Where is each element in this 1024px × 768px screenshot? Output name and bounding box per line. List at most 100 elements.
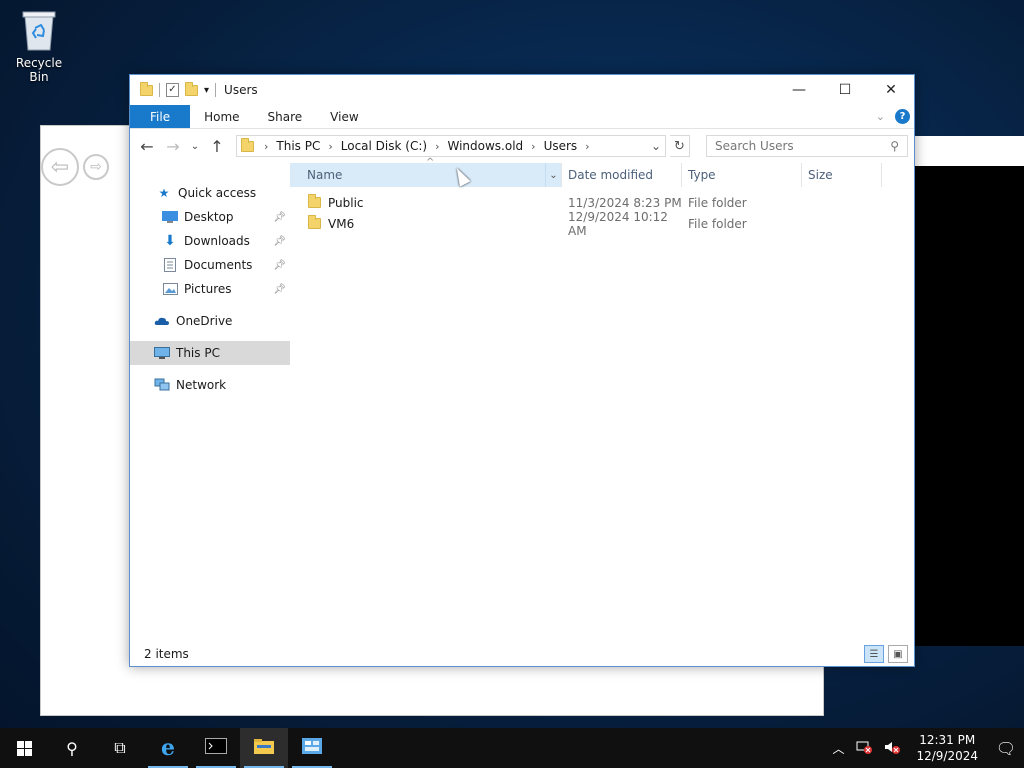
- taskbar: ⚲ ⧉ e ︿ 12:31 PM 12/9/2024 🗨︎: [0, 728, 1024, 768]
- file-type: File folder: [688, 216, 747, 231]
- properties-icon[interactable]: ✓: [166, 83, 179, 97]
- quick-access-toolbar: ✓ ▾: [140, 81, 217, 97]
- up-arrow-icon[interactable]: ↑: [206, 137, 228, 156]
- address-bar[interactable]: › This PC › Local Disk (C:) › Windows.ol…: [236, 135, 666, 157]
- task-view-button[interactable]: ⧉: [96, 728, 144, 768]
- task-view-icon: ⧉: [114, 738, 126, 757]
- folder-icon: [308, 215, 321, 229]
- close-button[interactable]: ✕: [868, 75, 914, 105]
- volume-muted-icon[interactable]: [878, 740, 906, 757]
- breadcrumb-separator-icon[interactable]: ›: [527, 140, 539, 153]
- tab-file[interactable]: File: [130, 105, 191, 128]
- action-center-icon[interactable]: 🗨︎: [988, 739, 1024, 758]
- breadcrumb-users[interactable]: Users: [540, 139, 582, 153]
- file-row[interactable]: VM6 12/9/2024 10:12 AM File folder: [290, 210, 914, 238]
- back-arrow-icon[interactable]: ←: [136, 137, 158, 156]
- nav-item-network[interactable]: Network: [130, 373, 290, 397]
- nav-item-onedrive[interactable]: OneDrive: [130, 309, 290, 333]
- breadcrumb-this-pc[interactable]: This PC: [272, 139, 324, 153]
- nav-item-label: Network: [176, 378, 227, 392]
- large-icons-view-icon[interactable]: ▣: [888, 645, 908, 663]
- file-date: 11/3/2024 8:23 PM: [568, 195, 682, 210]
- command-prompt-button[interactable]: [192, 728, 240, 768]
- new-folder-icon[interactable]: [185, 81, 198, 96]
- breadcrumb-separator-icon[interactable]: ›: [324, 140, 336, 153]
- onedrive-cloud-icon: [154, 314, 170, 328]
- column-header-row: ^ Name ⌄ Date modified Type Size: [290, 157, 914, 187]
- browser-back-icon[interactable]: ⇦: [41, 148, 79, 186]
- navigation-pane: ★ Quick access Desktop 📌︎ ⬇ Downloads 📌︎…: [130, 163, 290, 642]
- file-name: Public: [328, 195, 364, 210]
- nav-item-label: Downloads: [184, 234, 250, 248]
- column-header-size[interactable]: Size: [802, 163, 882, 187]
- breadcrumb-separator-icon[interactable]: ›: [260, 140, 272, 153]
- column-header-date[interactable]: Date modified: [562, 163, 682, 187]
- nav-item-documents[interactable]: Documents 📌︎: [130, 253, 290, 277]
- pin-icon[interactable]: 📌︎: [273, 260, 286, 271]
- status-bar: 2 items ☰ ▣: [130, 642, 914, 666]
- expand-ribbon-icon[interactable]: ⌄: [876, 110, 885, 123]
- column-header-type[interactable]: Type: [682, 163, 802, 187]
- maximize-button[interactable]: ☐: [822, 75, 868, 105]
- nav-item-this-pc[interactable]: This PC: [130, 341, 290, 365]
- breadcrumb-windows-old[interactable]: Windows.old: [443, 139, 527, 153]
- file-name: VM6: [328, 216, 355, 231]
- nav-item-label: This PC: [176, 346, 220, 360]
- nav-item-label: OneDrive: [176, 314, 233, 328]
- search-box[interactable]: ⚲: [706, 135, 908, 157]
- tab-share[interactable]: Share: [254, 105, 317, 128]
- start-button[interactable]: [0, 728, 48, 768]
- recycle-bin-desktop-icon[interactable]: Recycle Bin: [6, 8, 72, 84]
- server-manager-icon: [301, 737, 323, 759]
- file-explorer-button[interactable]: [240, 728, 288, 768]
- internet-explorer-button[interactable]: e: [144, 728, 192, 768]
- clock[interactable]: 12:31 PM 12/9/2024: [906, 732, 988, 764]
- recycle-bin-label: Recycle Bin: [15, 56, 63, 84]
- breadcrumb-separator-icon[interactable]: ›: [581, 140, 593, 153]
- file-explorer-window: ✓ ▾ Users — ☐ ✕ File Home Share View ⌄ ?…: [129, 74, 915, 667]
- help-icon[interactable]: ?: [895, 109, 910, 124]
- details-view-icon[interactable]: ☰: [864, 645, 884, 663]
- item-count: 2 items: [144, 647, 189, 661]
- pin-icon[interactable]: 📌︎: [273, 212, 286, 223]
- tab-view[interactable]: View: [316, 105, 372, 128]
- pin-icon[interactable]: 📌︎: [273, 236, 286, 247]
- window-title: Users: [224, 83, 258, 97]
- file-type: File folder: [688, 195, 747, 210]
- title-bar[interactable]: ✓ ▾ Users — ☐ ✕: [130, 75, 914, 105]
- show-hidden-icons-icon[interactable]: ︿: [826, 740, 850, 757]
- star-icon: ★: [158, 186, 170, 200]
- tab-home[interactable]: Home: [190, 105, 253, 128]
- command-prompt-icon: [205, 738, 227, 758]
- pin-icon[interactable]: 📌︎: [273, 284, 286, 295]
- folder-icon: [140, 81, 153, 96]
- folder-icon: [308, 194, 321, 208]
- computer-icon: [154, 346, 170, 360]
- nav-item-pictures[interactable]: Pictures 📌︎: [130, 277, 290, 301]
- browser-forward-icon[interactable]: ⇨: [83, 154, 109, 180]
- background-console-window[interactable]: [914, 136, 1024, 646]
- minimize-button[interactable]: —: [776, 75, 822, 105]
- server-manager-button[interactable]: [288, 728, 336, 768]
- customize-toolbar-icon[interactable]: ▾: [204, 85, 209, 96]
- search-button[interactable]: ⚲: [48, 728, 96, 768]
- recent-locations-icon[interactable]: ⌄: [188, 141, 202, 152]
- download-arrow-icon: ⬇: [164, 233, 176, 249]
- column-filter-dropdown-icon[interactable]: ⌄: [545, 163, 561, 187]
- file-date: 12/9/2024 10:12 AM: [568, 209, 668, 238]
- address-history-dropdown-icon[interactable]: ⌄: [647, 139, 665, 153]
- search-input[interactable]: [715, 139, 891, 153]
- nav-item-desktop[interactable]: Desktop 📌︎: [130, 205, 290, 229]
- forward-arrow-icon[interactable]: →: [162, 137, 184, 156]
- refresh-icon[interactable]: ↻: [670, 135, 690, 157]
- breadcrumb-local-disk[interactable]: Local Disk (C:): [337, 139, 431, 153]
- documents-icon: [162, 258, 178, 272]
- file-explorer-icon: [253, 737, 275, 759]
- column-header-name[interactable]: ^ Name ⌄: [290, 157, 562, 187]
- search-icon[interactable]: ⚲: [890, 139, 899, 153]
- network-status-icon[interactable]: [850, 740, 878, 757]
- nav-item-quick-access[interactable]: ★ Quick access: [130, 181, 290, 205]
- breadcrumb-separator-icon[interactable]: ›: [431, 140, 443, 153]
- nav-item-label: Quick access: [178, 186, 257, 200]
- nav-item-downloads[interactable]: ⬇ Downloads 📌︎: [130, 229, 290, 253]
